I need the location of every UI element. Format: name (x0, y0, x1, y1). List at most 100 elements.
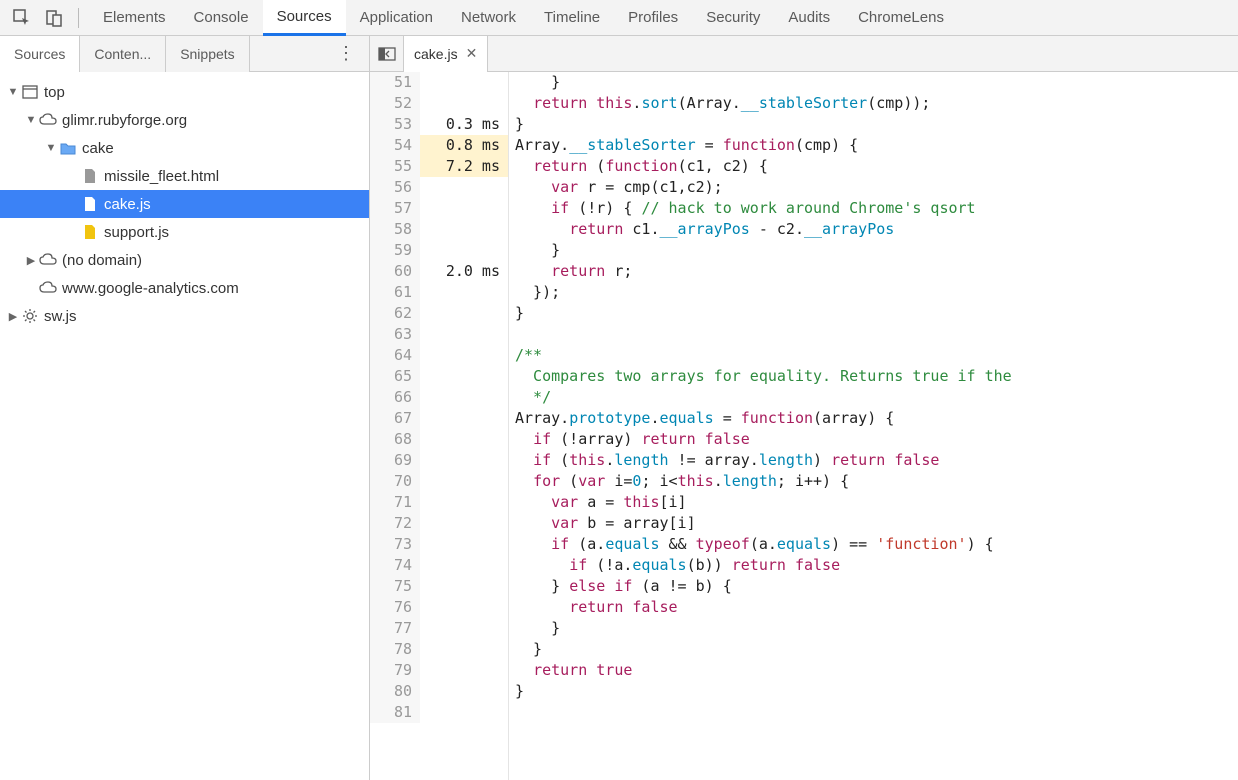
line-number[interactable]: 65 (370, 366, 420, 387)
code-line[interactable]: if (!array) return false (515, 429, 1238, 450)
line-number[interactable]: 57 (370, 198, 420, 219)
top-tab-audits[interactable]: Audits (774, 0, 844, 36)
tree-top[interactable]: ▼ top (0, 78, 369, 106)
code-area[interactable]: } return this.sort(Array.__stableSorter(… (509, 72, 1238, 780)
code-line[interactable]: return c1.__arrayPos - c2.__arrayPos (515, 219, 1238, 240)
inspect-element-icon[interactable] (8, 4, 36, 32)
line-number[interactable]: 61 (370, 282, 420, 303)
line-number[interactable]: 62 (370, 303, 420, 324)
cloud-icon (38, 113, 58, 127)
code-line[interactable]: } (515, 240, 1238, 261)
code-line[interactable]: for (var i=0; i<this.length; i++) { (515, 471, 1238, 492)
code-editor[interactable]: 5152530.3 ms540.8 ms557.2 ms56575859602.… (370, 72, 1238, 780)
code-line[interactable]: return (function(c1, c2) { (515, 156, 1238, 177)
code-line[interactable]: }); (515, 282, 1238, 303)
line-number[interactable]: 73 (370, 534, 420, 555)
line-number[interactable]: 74 (370, 555, 420, 576)
line-timing (420, 555, 508, 576)
code-line[interactable]: Compares two arrays for equality. Return… (515, 366, 1238, 387)
code-line[interactable]: if (!a.equals(b)) return false (515, 555, 1238, 576)
code-line[interactable]: } (515, 303, 1238, 324)
code-line[interactable]: return this.sort(Array.__stableSorter(cm… (515, 93, 1238, 114)
line-number[interactable]: 54 (370, 135, 420, 156)
line-timing (420, 324, 508, 345)
line-number[interactable]: 80 (370, 681, 420, 702)
code-line[interactable]: if (a.equals && typeof(a.equals) == 'fun… (515, 534, 1238, 555)
editor-tab[interactable]: cake.js ✕ (404, 36, 488, 72)
line-number[interactable]: 53 (370, 114, 420, 135)
code-line[interactable]: } (515, 639, 1238, 660)
line-number[interactable]: 81 (370, 702, 420, 723)
line-number[interactable]: 63 (370, 324, 420, 345)
code-line[interactable]: return false (515, 597, 1238, 618)
line-number[interactable]: 66 (370, 387, 420, 408)
code-line[interactable]: } (515, 681, 1238, 702)
line-number[interactable]: 79 (370, 660, 420, 681)
left-tab-1[interactable]: Conten... (80, 36, 166, 72)
line-number[interactable]: 71 (370, 492, 420, 513)
chevron-down-icon: ▼ (6, 86, 20, 98)
tree-file-selected[interactable]: cake.js (0, 190, 369, 218)
top-tab-security[interactable]: Security (692, 0, 774, 36)
code-line[interactable]: } (515, 72, 1238, 93)
top-tab-network[interactable]: Network (447, 0, 530, 36)
code-line[interactable]: var b = array[i] (515, 513, 1238, 534)
line-number[interactable]: 59 (370, 240, 420, 261)
file-js-icon (80, 224, 100, 240)
code-line[interactable]: } (515, 618, 1238, 639)
left-tab-0[interactable]: Sources (0, 36, 80, 72)
code-line[interactable]: /** (515, 345, 1238, 366)
top-tab-console[interactable]: Console (180, 0, 263, 36)
code-line[interactable]: } else if (a != b) { (515, 576, 1238, 597)
tree-file[interactable]: support.js (0, 218, 369, 246)
line-number[interactable]: 58 (370, 219, 420, 240)
top-tab-elements[interactable]: Elements (89, 0, 180, 36)
line-number[interactable]: 70 (370, 471, 420, 492)
tree-domain[interactable]: ▼ glimr.rubyforge.org (0, 106, 369, 134)
tree-worker[interactable]: ▶ sw.js (0, 302, 369, 330)
top-tab-chromelens[interactable]: ChromeLens (844, 0, 958, 36)
code-line[interactable]: return true (515, 660, 1238, 681)
code-line[interactable]: var r = cmp(c1,c2); (515, 177, 1238, 198)
line-number[interactable]: 51 (370, 72, 420, 93)
line-number[interactable]: 67 (370, 408, 420, 429)
line-number[interactable]: 72 (370, 513, 420, 534)
line-number[interactable]: 68 (370, 429, 420, 450)
tree-file[interactable]: missile_fleet.html (0, 162, 369, 190)
editor-tabs: cake.js ✕ (370, 36, 1238, 72)
line-number[interactable]: 56 (370, 177, 420, 198)
tree-domain[interactable]: ▶ (no domain) (0, 246, 369, 274)
tree-label: missile_fleet.html (104, 168, 219, 185)
code-line[interactable]: Array.__stableSorter = function(cmp) { (515, 135, 1238, 156)
line-number[interactable]: 69 (370, 450, 420, 471)
toggle-navigator-icon[interactable] (370, 36, 404, 72)
tree-domain[interactable]: ▶ www.google-analytics.com (0, 274, 369, 302)
line-number[interactable]: 76 (370, 597, 420, 618)
left-tab-2[interactable]: Snippets (166, 36, 249, 72)
code-line[interactable] (515, 324, 1238, 345)
close-icon[interactable]: ✕ (466, 45, 478, 62)
line-number[interactable]: 60 (370, 261, 420, 282)
code-line[interactable]: } (515, 114, 1238, 135)
line-number[interactable]: 77 (370, 618, 420, 639)
line-timing (420, 408, 508, 429)
code-line[interactable]: if (this.length != array.length) return … (515, 450, 1238, 471)
more-options-icon[interactable]: ⋮ (331, 43, 361, 64)
line-number[interactable]: 52 (370, 93, 420, 114)
top-tab-sources[interactable]: Sources (263, 0, 346, 36)
code-line[interactable]: */ (515, 387, 1238, 408)
tree-folder[interactable]: ▼ cake (0, 134, 369, 162)
code-line[interactable]: return r; (515, 261, 1238, 282)
line-number[interactable]: 75 (370, 576, 420, 597)
code-line[interactable]: if (!r) { // hack to work around Chrome'… (515, 198, 1238, 219)
device-toolbar-icon[interactable] (40, 4, 68, 32)
code-line[interactable]: Array.prototype.equals = function(array)… (515, 408, 1238, 429)
line-number[interactable]: 55 (370, 156, 420, 177)
code-line[interactable]: var a = this[i] (515, 492, 1238, 513)
line-number[interactable]: 78 (370, 639, 420, 660)
top-tab-timeline[interactable]: Timeline (530, 0, 614, 36)
top-tab-profiles[interactable]: Profiles (614, 0, 692, 36)
top-tab-application[interactable]: Application (346, 0, 447, 36)
code-line[interactable] (515, 702, 1238, 723)
line-number[interactable]: 64 (370, 345, 420, 366)
